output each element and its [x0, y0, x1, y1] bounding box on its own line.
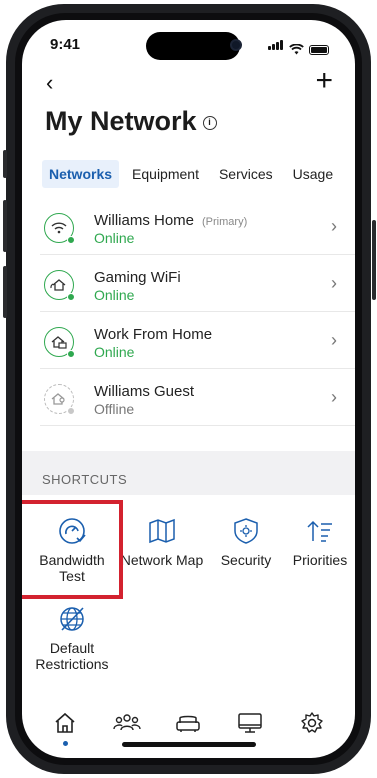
map-icon — [149, 518, 175, 544]
tab-services[interactable]: Services — [212, 160, 280, 188]
gear-icon[interactable] — [297, 708, 327, 738]
home-icon[interactable] — [50, 708, 80, 746]
security-shortcut[interactable]: Security — [204, 516, 288, 568]
home-indicator — [122, 742, 256, 747]
status-dot — [67, 293, 75, 301]
wifi-status-icon — [289, 44, 304, 55]
chevron-right-icon: › — [331, 216, 337, 236]
network-status: Online — [94, 230, 135, 246]
network-status: Online — [94, 344, 135, 360]
shortcut-label: Default Restrictions — [35, 640, 109, 672]
monitor-icon[interactable] — [235, 708, 265, 738]
primary-tag: (Primary) — [202, 216, 248, 228]
network-status: Offline — [94, 401, 135, 417]
status-dot — [67, 350, 75, 358]
power-button — [372, 220, 376, 300]
chevron-right-icon: › — [331, 387, 337, 407]
page-title-text: My Network — [45, 106, 197, 136]
signal-icon — [268, 37, 284, 55]
network-row-work-from-home[interactable]: Work From Home Online › — [40, 312, 355, 369]
network-status: Online — [94, 287, 135, 303]
network-list: Williams Home (Primary) Online › Gaming W… — [22, 198, 355, 426]
active-indicator — [62, 741, 68, 746]
shortcut-label: Priorities — [292, 552, 348, 568]
status-time: 9:41 — [50, 36, 81, 53]
bottom-nav — [22, 708, 355, 746]
network-row-williams-home[interactable]: Williams Home (Primary) Online › — [40, 198, 355, 255]
network-map-shortcut[interactable]: Network Map — [120, 516, 204, 568]
dynamic-island — [146, 32, 240, 60]
default-restrictions-shortcut[interactable]: Default Restrictions — [30, 604, 114, 672]
status-dot — [67, 236, 75, 244]
mute-switch — [3, 150, 7, 178]
status-icons — [268, 37, 329, 55]
network-name: Williams Home (Primary) — [94, 212, 247, 229]
priorities-icon — [307, 520, 332, 542]
back-button[interactable]: ‹ — [46, 70, 53, 96]
network-row-gaming-wifi[interactable]: Gaming WiFi Online › — [40, 255, 355, 312]
shortcut-label: Network Map — [120, 552, 204, 568]
shortcuts-label: SHORTCUTS — [42, 472, 128, 487]
highlight-box — [22, 500, 123, 599]
shield-icon — [234, 518, 258, 544]
shortcut-label: Security — [220, 552, 272, 568]
volume-up-button — [3, 200, 7, 252]
restrictions-globe-icon — [60, 607, 84, 631]
network-name-text: Williams Home — [94, 212, 195, 229]
camera-icon — [230, 39, 242, 51]
volume-down-button — [3, 266, 7, 318]
battery-icon — [309, 45, 329, 55]
guest-network-icon — [44, 384, 75, 415]
network-name: Work From Home — [94, 326, 213, 343]
work-network-icon — [44, 327, 75, 358]
network-row-williams-guest[interactable]: Williams Guest Offline › — [40, 369, 355, 426]
page-title: My Network i — [45, 106, 217, 137]
info-icon[interactable]: i — [202, 115, 217, 130]
status-dot — [67, 407, 75, 415]
sofa-icon[interactable] — [173, 708, 203, 738]
chevron-right-icon: › — [331, 330, 337, 350]
tab-networks[interactable]: Networks — [42, 160, 120, 188]
chevron-right-icon: › — [331, 273, 337, 293]
gaming-network-icon — [44, 270, 75, 301]
tab-bar: Networks Equipment Services Usage — [42, 160, 340, 188]
add-network-button[interactable]: + — [315, 64, 333, 98]
people-icon[interactable] — [112, 708, 142, 738]
wifi-icon — [44, 213, 75, 244]
tab-usage[interactable]: Usage — [286, 160, 340, 188]
priorities-shortcut[interactable]: Priorities — [278, 516, 355, 568]
tab-equipment[interactable]: Equipment — [125, 160, 206, 188]
network-name: Gaming WiFi — [94, 269, 181, 286]
app-screen: 9:41 ‹ + My Network i Networks Equipment … — [22, 20, 355, 758]
network-name: Williams Guest — [94, 383, 195, 400]
